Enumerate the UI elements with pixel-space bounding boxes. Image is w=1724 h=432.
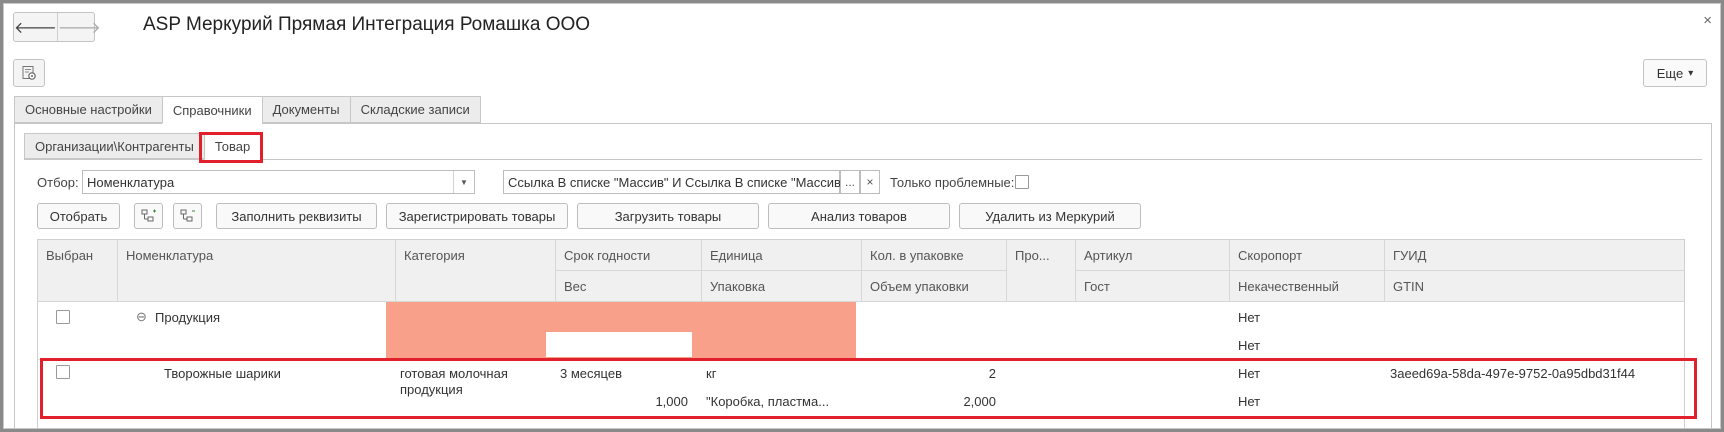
register-goods-button[interactable]: Зарегистрировать товары [386,203,568,229]
filter-condition-field[interactable]: Ссылка В списке "Массив" И Ссылка В спис… [503,170,846,194]
subtab-organizations[interactable]: Организации\Контрагенты [24,133,204,159]
settings-icon [22,66,36,80]
column-header-shelf-life[interactable]: Срок годности [556,240,702,271]
clear-icon[interactable]: × [860,170,880,194]
group-collapse-icon[interactable]: ⊖ [136,309,147,325]
filter-row: Отбор: Номенклатура ▼ Ссылка В списке "М… [37,170,1137,194]
column-header-qty-per-pack[interactable]: Кол. в упаковке [862,240,1007,271]
expand-all-button[interactable] [134,203,163,229]
window-title: ASP Меркурий Прямая Интеграция Ромашка О… [143,14,591,35]
column-header-weight[interactable]: Вес [556,271,702,302]
tree-collapse-icon [180,209,195,222]
tab-references[interactable]: Справочники [161,96,262,124]
column-header-gost[interactable]: Гост [1076,271,1230,302]
column-header-category[interactable]: Категория [396,240,556,302]
column-header-nomenclature[interactable]: Номенклатура [118,240,396,302]
fill-details-button[interactable]: Заполнить реквизиты [216,203,377,229]
navigation-buttons: 🡐 🡒 [13,12,101,42]
highlight-item-row [40,358,1697,419]
tab-warehouse-records[interactable]: Складские записи [349,96,481,123]
column-header-defective[interactable]: Некачественный [1230,271,1385,302]
select-button[interactable]: Отобрать [37,203,120,229]
column-header-perishable[interactable]: Скоропорт [1230,240,1385,271]
highlight-goods-tab [199,132,263,163]
column-header-selected[interactable]: Выбран [38,240,118,302]
column-header-pro[interactable]: Про... [1007,240,1076,302]
subtabs-divider [24,159,1702,160]
collapse-all-button[interactable] [173,203,202,229]
redacted-gap [546,332,692,357]
filter-label: Отбор: [37,175,79,190]
column-header-pack-volume[interactable]: Объем упаковки [862,271,1007,302]
chevron-down-icon[interactable]: ▼ [453,171,474,193]
column-header-article[interactable]: Артикул [1076,240,1230,271]
close-icon[interactable]: × [1703,12,1712,29]
group-name[interactable]: Продукция [155,310,220,325]
analyze-goods-button[interactable]: Анализ товаров [768,203,950,229]
select-value-button[interactable]: ... [840,170,860,194]
delete-from-mercury-button[interactable]: Удалить из Меркурий [959,203,1141,229]
group-perishable: Нет [1238,310,1261,325]
tab-basic-settings[interactable]: Основные настройки [14,96,162,123]
settings-button[interactable] [13,59,45,87]
filter-field-select[interactable]: Номенклатура ▼ [82,170,475,194]
tab-documents[interactable]: Документы [261,96,350,123]
problem-only-checkbox[interactable] [1015,175,1029,189]
filter-condition-value: Ссылка В списке "Массив" И Ссылка В спис… [508,175,846,190]
arrow-left-icon[interactable]: 🡐 [14,13,57,41]
more-button-label: Еще [1656,65,1684,81]
chevron-down-icon: ▾ [1688,67,1694,79]
arrow-right-icon[interactable]: 🡒 [56,13,101,41]
group-defective: Нет [1238,338,1261,353]
tree-expand-icon [141,209,156,222]
column-header-package[interactable]: Упаковка [702,271,862,302]
load-goods-button[interactable]: Загрузить товары [577,203,759,229]
column-header-gtin[interactable]: GTIN [1385,271,1684,302]
main-tabs: Основные настройки Справочники Документы… [14,96,481,124]
filter-field-value: Номенклатура [87,175,175,190]
problem-only-label: Только проблемные: [890,175,1015,190]
column-header-guid[interactable]: ГУИД [1385,240,1684,271]
app-window: 🡐 🡒 ASP Меркурий Прямая Интеграция Ромаш… [3,3,1721,429]
more-button[interactable]: Еще ▾ [1643,59,1707,87]
row-select-checkbox[interactable] [56,310,70,324]
column-header-unit[interactable]: Единица [702,240,862,271]
